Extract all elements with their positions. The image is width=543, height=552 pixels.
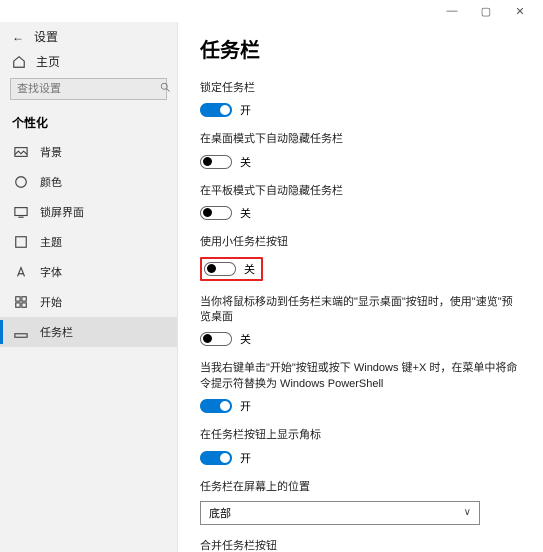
sidebar-item-colors[interactable]: 颜色 xyxy=(0,167,177,197)
titlebar: — ▢ ✕ xyxy=(0,0,543,22)
highlight-box: 关 xyxy=(200,257,263,281)
search-icon xyxy=(159,80,171,98)
toggle-state: 开 xyxy=(240,450,251,466)
toggle-small-buttons[interactable] xyxy=(204,262,236,276)
setting-label: 在桌面模式下自动隐藏任务栏 xyxy=(200,132,521,147)
home-label: 主页 xyxy=(36,53,60,70)
back-icon[interactable]: ← xyxy=(12,30,24,44)
section-head: 个性化 xyxy=(0,108,177,137)
setting-label: 在任务栏按钮上显示角标 xyxy=(200,428,521,443)
taskbar-icon xyxy=(14,325,28,339)
toggle-peek[interactable] xyxy=(200,332,232,346)
setting-label: 在平板模式下自动隐藏任务栏 xyxy=(200,184,521,199)
setting-label: 当我右键单击"开始"按钮或按下 Windows 键+X 时，在菜单中将命令提示符… xyxy=(200,361,521,392)
toggle-autohide-desktop[interactable] xyxy=(200,155,232,169)
sidebar-item-fonts[interactable]: 字体 xyxy=(0,257,177,287)
sidebar: ← 设置 主页 个性化 背景 xyxy=(0,22,178,552)
toggle-state: 关 xyxy=(240,331,251,347)
chevron-down-icon: ∨ xyxy=(464,507,471,518)
setting-label: 任务栏在屏幕上的位置 xyxy=(200,480,521,495)
toggle-autohide-tablet[interactable] xyxy=(200,206,232,220)
close-button[interactable]: ✕ xyxy=(503,5,537,18)
home-icon xyxy=(12,55,26,69)
sidebar-item-label: 开始 xyxy=(40,294,62,310)
font-icon xyxy=(14,265,28,279)
maximize-button[interactable]: ▢ xyxy=(469,5,503,18)
palette-icon xyxy=(14,175,28,189)
app-title: 设置 xyxy=(34,28,58,45)
sidebar-item-background[interactable]: 背景 xyxy=(0,137,177,167)
sidebar-item-label: 字体 xyxy=(40,264,62,280)
search-input[interactable] xyxy=(10,78,167,100)
toggle-state: 关 xyxy=(240,154,251,170)
sidebar-item-label: 背景 xyxy=(40,144,62,160)
toggle-state: 开 xyxy=(240,398,251,414)
home-link[interactable]: 主页 xyxy=(0,49,177,74)
minimize-button[interactable]: — xyxy=(435,5,469,17)
toggle-powershell[interactable] xyxy=(200,399,232,413)
sidebar-item-themes[interactable]: 主题 xyxy=(0,227,177,257)
sidebar-item-label: 主题 xyxy=(40,234,62,250)
sidebar-item-taskbar[interactable]: 任务栏 xyxy=(0,317,177,347)
setting-label: 锁定任务栏 xyxy=(200,81,521,96)
page-title: 任务栏 xyxy=(200,34,521,63)
image-icon xyxy=(14,145,28,159)
setting-label: 合并任务栏按钮 xyxy=(200,539,521,552)
sidebar-item-label: 锁屏界面 xyxy=(40,204,84,220)
toggle-state: 关 xyxy=(244,261,255,277)
setting-label: 当你将鼠标移动到任务栏末端的"显示桌面"按钮时，使用"速览"预览桌面 xyxy=(200,295,521,326)
content: 任务栏 锁定任务栏 开 在桌面模式下自动隐藏任务栏 关 在平板模式下自动隐藏任务… xyxy=(178,22,543,552)
monitor-icon xyxy=(14,205,28,219)
sidebar-item-label: 颜色 xyxy=(40,174,62,190)
grid-icon xyxy=(14,295,28,309)
search-field[interactable] xyxy=(17,83,159,95)
sidebar-item-label: 任务栏 xyxy=(40,324,73,340)
brush-icon xyxy=(14,235,28,249)
toggle-state: 关 xyxy=(240,205,251,221)
setting-label: 使用小任务栏按钮 xyxy=(200,235,521,250)
toggle-badges[interactable] xyxy=(200,451,232,465)
toggle-lock-taskbar[interactable] xyxy=(200,103,232,117)
toggle-state: 开 xyxy=(240,102,251,118)
dropdown-taskbar-position[interactable]: 底部 ∨ xyxy=(200,501,480,525)
sidebar-item-lockscreen[interactable]: 锁屏界面 xyxy=(0,197,177,227)
dropdown-value: 底部 xyxy=(209,505,231,521)
sidebar-item-start[interactable]: 开始 xyxy=(0,287,177,317)
